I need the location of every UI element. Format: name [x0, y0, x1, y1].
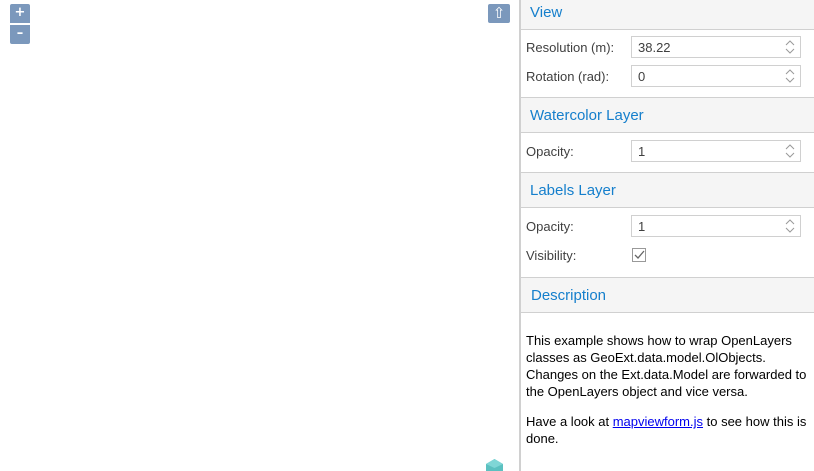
view-section-header[interactable]: View	[521, 0, 814, 30]
link-prefix-text: Have a look at	[526, 414, 613, 429]
resolution-input[interactable]	[632, 37, 780, 57]
reset-rotation-button[interactable]: ⇧	[488, 4, 510, 23]
labels-visibility-label: Visibility:	[526, 248, 577, 263]
mapviewform-link[interactable]: mapviewform.js	[613, 414, 703, 429]
spinner-arrows-icon[interactable]	[780, 216, 800, 236]
watercolor-section-title: Watercolor Layer	[530, 107, 644, 124]
spinner-arrows-icon[interactable]	[780, 141, 800, 161]
spinner-arrows-icon[interactable]	[780, 66, 800, 86]
rotation-label: Rotation (rad):	[526, 69, 610, 84]
watercolor-section-header[interactable]: Watercolor Layer	[521, 97, 814, 133]
watercolor-opacity-label: Opacity:	[526, 144, 574, 159]
labels-opacity-input[interactable]	[632, 216, 780, 236]
labels-section-header[interactable]: Labels Layer	[521, 172, 814, 208]
zoom-in-button[interactable]: +	[10, 4, 30, 23]
labels-section-title: Labels Layer	[530, 182, 616, 199]
watercolor-opacity-input[interactable]	[632, 141, 780, 161]
labels-opacity-spinner[interactable]	[631, 215, 801, 237]
spinner-arrows-icon[interactable]	[780, 37, 800, 57]
rotation-spinner[interactable]	[631, 65, 801, 87]
resolution-spinner[interactable]	[631, 36, 801, 58]
attribution-icon[interactable]	[486, 459, 503, 471]
zoom-out-button[interactable]: –	[10, 25, 30, 44]
visibility-checkbox[interactable]	[632, 248, 646, 262]
description-link-paragraph: Have a look at mapviewform.js to see how…	[526, 413, 811, 447]
watercolor-opacity-spinner[interactable]	[631, 140, 801, 162]
description-section-header[interactable]: Description	[521, 277, 814, 313]
map-view-form-panel: View Resolution (m): Rotation (rad): Wat…	[521, 0, 814, 471]
labels-opacity-label: Opacity:	[526, 219, 574, 234]
description-paragraph: This example shows how to wrap OpenLayer…	[526, 333, 807, 399]
map-viewport[interactable]: + – ⇧	[0, 0, 519, 471]
view-section-title: View	[530, 4, 563, 21]
resolution-label: Resolution (m):	[526, 40, 615, 55]
rotation-input[interactable]	[632, 66, 780, 86]
description-section-title: Description	[531, 287, 607, 304]
